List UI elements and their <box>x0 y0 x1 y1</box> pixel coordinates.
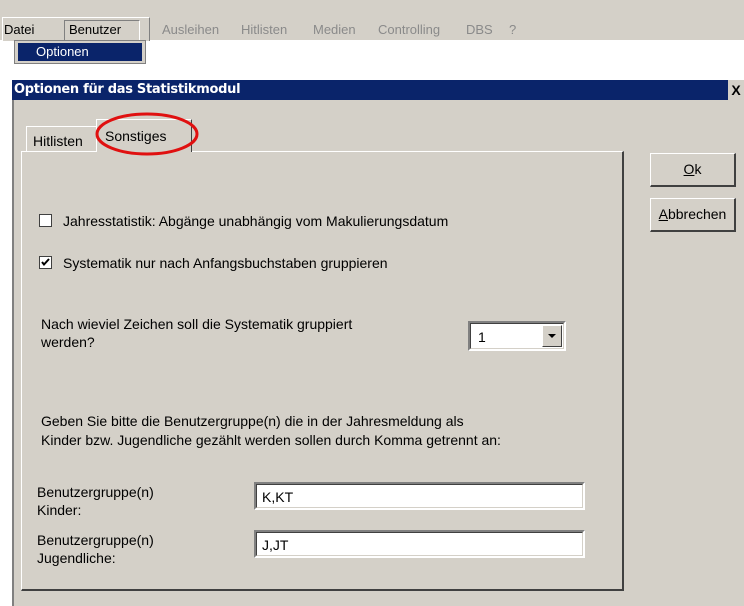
checkbox-jahresstatistik[interactable] <box>39 214 52 227</box>
menu-datei[interactable]: Datei <box>4 21 34 39</box>
ok-button[interactable]: Ok <box>650 153 736 187</box>
cancel-button-label: Abbrechen <box>658 206 727 222</box>
menu-help[interactable]: ? <box>509 21 516 39</box>
group-question-line1: Nach wieviel Zeichen soll die Systematik… <box>41 316 353 332</box>
close-button[interactable]: X <box>728 80 744 100</box>
jugendliche-label-line1: Benutzergruppe(n) <box>37 532 154 548</box>
benutzer-dropdown: Optionen <box>14 40 146 64</box>
menu-bar: Datei Benutzer Ausleihen Hitlisten Medie… <box>0 0 744 42</box>
close-icon: X <box>731 82 741 98</box>
tab-hitlisten[interactable]: Hitlisten <box>26 126 104 151</box>
menu-controlling[interactable]: Controlling <box>378 21 440 39</box>
tab-sonstiges-label: Sonstiges <box>105 128 167 144</box>
kinder-label-line2: Kinder: <box>37 502 82 518</box>
ok-button-label: Ok <box>683 161 702 177</box>
group-count-select[interactable]: 1 <box>468 321 566 351</box>
kinder-label-line1: Benutzergruppe(n) <box>37 484 154 500</box>
checkbox-systematik-label: Systematik nur nach Anfangsbuchstaben gr… <box>63 255 388 271</box>
tab-hitlisten-label: Hitlisten <box>33 133 83 149</box>
dialog-left-edge <box>12 100 14 606</box>
dialog-title: Optionen für das Statistikmodul <box>14 82 241 97</box>
menu-medien[interactable]: Medien <box>313 21 356 39</box>
jugendliche-label-line2: Jugendliche: <box>37 550 116 566</box>
instruction-line1: Geben Sie bitte die Benutzergruppe(n) di… <box>41 413 464 429</box>
kinder-input-value: K,KT <box>262 489 294 505</box>
instruction-line2: Kinder bzw. Jugendliche gezählt werden s… <box>41 432 501 448</box>
group-question-line2: werden? <box>41 334 95 350</box>
cancel-button[interactable]: Abbrechen <box>650 198 736 232</box>
menu-ausleihen[interactable]: Ausleihen <box>162 21 219 39</box>
dropdown-arrow-button[interactable] <box>542 325 562 347</box>
dialog-titlebar: Optionen für das Statistikmodul <box>12 80 744 100</box>
group-count-value: 1 <box>478 329 486 345</box>
checkbox-systematik[interactable] <box>39 256 52 269</box>
menu-item-optionen[interactable]: Optionen <box>18 43 142 61</box>
checkmark-icon <box>41 258 50 267</box>
menu-dbs[interactable]: DBS <box>466 21 493 39</box>
menu-benutzer[interactable]: Benutzer <box>69 21 121 39</box>
jugendliche-input-value: J,JT <box>262 537 289 553</box>
chevron-down-icon <box>548 334 556 338</box>
menu-item-optionen-label: Optionen <box>36 44 89 59</box>
jugendliche-input[interactable]: J,JT <box>254 530 585 558</box>
menu-hitlisten[interactable]: Hitlisten <box>241 21 287 39</box>
tab-sonstiges[interactable]: Sonstiges <box>96 119 192 152</box>
kinder-input[interactable]: K,KT <box>254 482 585 510</box>
checkbox-jahresstatistik-label: Jahresstatistik: Abgänge unabhängig vom … <box>63 213 449 229</box>
